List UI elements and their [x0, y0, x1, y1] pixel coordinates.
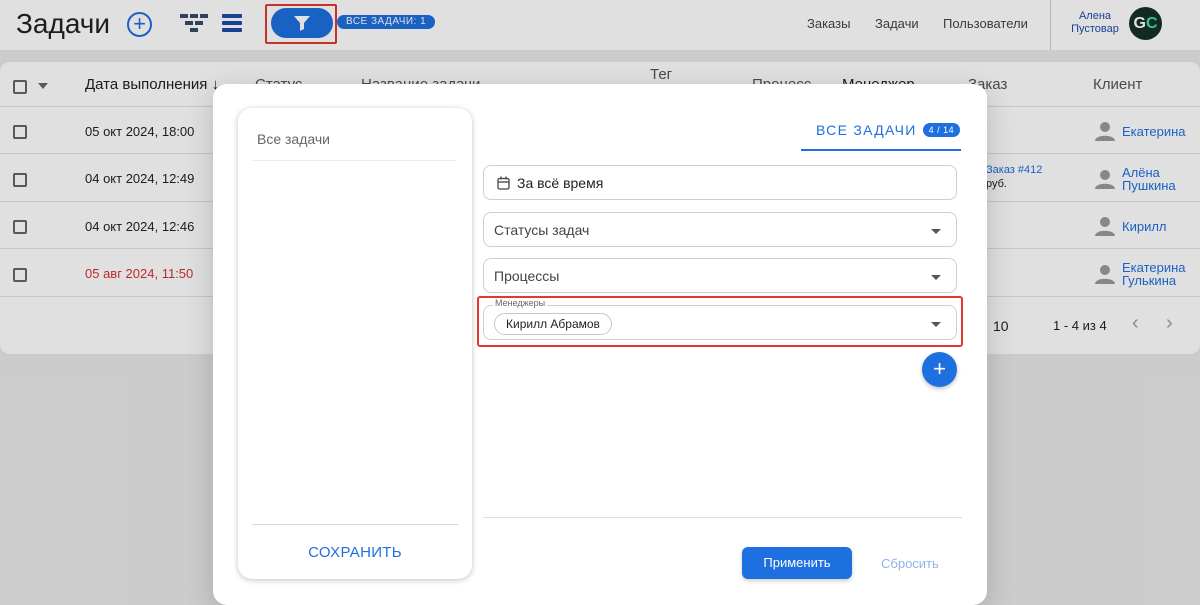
reset-button[interactable]: Сбросить [881, 556, 939, 571]
managers-field-highlight [477, 296, 963, 347]
date-range-value: За всё время [517, 175, 604, 191]
saved-filter-all-tasks[interactable]: Все задачи [257, 131, 330, 147]
task-status-placeholder: Статусы задач [494, 222, 590, 238]
date-range-field[interactable]: За всё время [483, 165, 957, 200]
tab-count-badge: 4 / 14 [922, 123, 961, 137]
tab-label: ВСЕ ЗАДАЧИ [816, 122, 917, 138]
divider [483, 517, 962, 518]
filter-dialog: Все задачи СОХРАНИТЬ ВСЕ ЗАДАЧИ 4 / 14 З… [213, 84, 987, 605]
process-placeholder: Процессы [494, 268, 560, 284]
chevron-down-icon [931, 229, 941, 234]
divider [252, 160, 456, 161]
apply-button[interactable]: Применить [742, 547, 852, 579]
process-select[interactable]: Процессы [483, 258, 957, 293]
tab-all-tasks[interactable]: ВСЕ ЗАДАЧИ 4 / 14 [816, 122, 961, 138]
save-filter-button[interactable]: СОХРАНИТЬ [238, 544, 472, 561]
add-filter-button[interactable]: + [922, 352, 957, 387]
divider [252, 524, 458, 525]
calendar-icon [497, 176, 510, 190]
chevron-down-icon [931, 275, 941, 280]
saved-filters-panel: Все задачи СОХРАНИТЬ [238, 108, 472, 579]
task-status-select[interactable]: Статусы задач [483, 212, 957, 247]
tab-indicator [801, 149, 961, 151]
